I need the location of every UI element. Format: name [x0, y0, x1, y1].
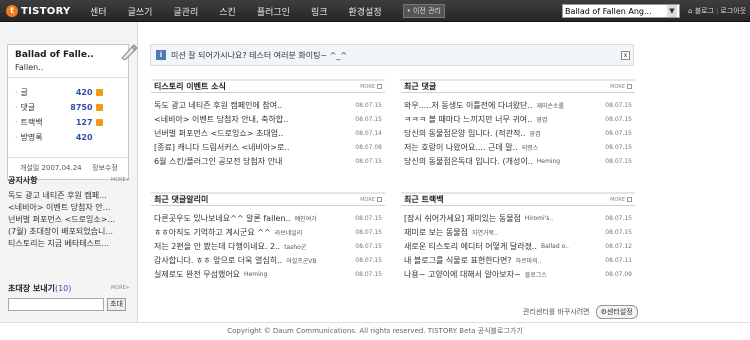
rss-icon[interactable]	[95, 104, 103, 111]
list-item[interactable]: 당신의 동물점은독대 입니다. (개성이.. Heming 08.07.15	[401, 154, 635, 168]
list-item[interactable]: ㅎㅎ아직도 기억하고 계시군요 ^^ 라브네일리 08.07.15	[151, 225, 385, 239]
stat-guestbook[interactable]: · 방명록 420	[15, 130, 125, 145]
recent-trackbacks-panel: 최근 트랙백 MORE [잠시 쉬어가세요] 재미있는 동물점 Hiromi's.…	[401, 192, 635, 281]
rss-icon[interactable]	[95, 89, 103, 96]
invite-section: 초대장 보내기(10) MORE+ 초대	[8, 282, 130, 311]
blog-owner: Fallen..	[15, 63, 44, 72]
notice-item[interactable]: <네비아> 이벤트 당첨자 안...	[8, 202, 130, 214]
list-item[interactable]: 저는 2편을 안 봤는데 다행이네요. 2.. tasho군 08.07.15	[151, 239, 385, 253]
list-item[interactable]: 내 블로그를 식물로 표현한다면? 하르마의.. 08.07.11	[401, 253, 635, 267]
list-item[interactable]: ㅋㅋㅋ 볼 때마다 느끼지만 너무 귀여.. 영겸 08.07.15	[401, 112, 635, 126]
plus-icon	[627, 84, 632, 89]
invite-email-input[interactable]	[8, 298, 104, 311]
pencil-icon	[121, 44, 138, 60]
divider	[8, 157, 128, 158]
list-item[interactable]: 넌버벌 퍼포먼스 <드로잉쇼> 초대업.. 08.07.14	[151, 126, 385, 140]
list-item[interactable]: 다른곳우도 있나보네요^^ 알론 fallen.. 예인여가 08.07.15	[151, 211, 385, 225]
logo-mark: t	[6, 5, 18, 17]
stat-posts[interactable]: · 글 420	[15, 85, 125, 100]
admin-center-links: 관리센터를 바꾸시려면 ⚙센터설정	[523, 305, 638, 319]
panel-title: 최근 댓글알리미	[154, 195, 209, 204]
notice-item[interactable]: 티스토리는 지금 베타테스트...	[8, 238, 130, 250]
top-nav-bar: t TISTORY 센터 글쓰기 글관리 스킨 플러그인 링크 환경설정 • 이…	[0, 0, 750, 22]
blog-select-dropdown[interactable]: Ballad of Fallen Ang... ▼	[562, 4, 680, 18]
list-item[interactable]: 실제로도 완전 무섬했어요 Heming 08.07.15	[151, 267, 385, 281]
invite-button[interactable]: 초대	[107, 298, 126, 311]
stat-trackbacks[interactable]: · 트랙백 127	[15, 115, 125, 130]
list-item[interactable]: 나용~ 고양이에 대해서 알아보자~ 블로그스 08.07.09	[401, 267, 635, 281]
info-icon: i	[156, 50, 166, 60]
events-panel: 티스토리 이벤트 소식 MORE 독도 광고 네티즌 후원 캠페인에 참여.. 0…	[151, 79, 385, 168]
blog-home-link[interactable]: 블로그	[695, 7, 714, 15]
chevron-down-icon: ▼	[667, 5, 677, 17]
sidebar: Ballad of Falle.. Fallen.. · 글 420 · 댓글 …	[0, 22, 138, 322]
panel-title: 티스토리 이벤트 소식	[154, 82, 226, 91]
stat-comments[interactable]: · 댓글 8750	[15, 100, 125, 115]
menu-skin[interactable]: 스킨	[219, 5, 236, 18]
rss-icon[interactable]	[95, 119, 103, 126]
prev-admin-button[interactable]: • 이전 관리	[402, 4, 445, 18]
edit-info-link[interactable]: 정보수정	[92, 163, 118, 173]
list-item[interactable]: 새로운 티스토리 에디터 어떻게 달라졌.. Ballad o.. 08.07.12	[401, 239, 635, 253]
panel-title: 최근 댓글	[404, 82, 437, 91]
menu-plugin[interactable]: 플러그인	[257, 5, 290, 18]
list-item[interactable]: 저는 호랑이 나왔어요.... 근데 말.. 의령스 08.07.15	[401, 140, 635, 154]
notice-title: 공지사항	[8, 175, 38, 185]
notice-section: 공지사항 MORE+ 독도 광고 네티즌 후원 캠페... <네비아> 이벤트 …	[8, 174, 130, 250]
notice-item[interactable]: (7월) 초대장이 배포되었습니...	[8, 226, 130, 238]
list-item[interactable]: 6월 스킨/플러그인 공모전 당첨자 안내 08.07.15	[151, 154, 385, 168]
menu-link[interactable]: 링크	[311, 5, 328, 18]
notice-item[interactable]: 독도 광고 네티즌 후원 캠페...	[8, 190, 130, 202]
invite-count: (10)	[54, 283, 72, 293]
list-item[interactable]: [종료] 캐니다 드림서커스 <네비아>로.. 08.07.08	[151, 140, 385, 154]
more-link[interactable]: MORE	[360, 197, 382, 203]
menu-write[interactable]: 글쓰기	[128, 5, 153, 18]
blog-select-value: Ballad of Fallen Ang...	[565, 6, 652, 16]
invite-title: 초대장 보내기(10)	[8, 283, 72, 293]
invite-more-link[interactable]: MORE+	[111, 285, 130, 291]
comment-notifier-panel: 최근 댓글알리미 MORE 다른곳우도 있나보네요^^ 알론 fallen.. 예…	[151, 192, 385, 281]
blog-title[interactable]: Ballad of Falle..	[15, 50, 94, 60]
menu-post-manage[interactable]: 글관리	[173, 5, 198, 18]
more-link[interactable]: MORE	[360, 84, 382, 90]
list-item[interactable]: <네비아> 이벤트 당첨자 안내, 축하합.. 08.07.15	[151, 112, 385, 126]
plus-icon	[377, 84, 382, 89]
center-settings-button[interactable]: ⚙센터설정	[595, 305, 638, 319]
menu-settings[interactable]: 환경설정	[349, 5, 382, 18]
divider	[8, 77, 128, 78]
opened-date: 개설일 2007.04.24	[20, 164, 82, 172]
close-icon[interactable]: x	[621, 51, 630, 60]
admin-center-text: 관리센터를 바꾸시려면	[523, 308, 590, 316]
list-item[interactable]: 독도 광고 네티즌 후원 캠페인에 참여.. 08.07.15	[151, 98, 385, 112]
home-icon: ⌂	[688, 7, 693, 15]
top-right-links: ⌂ 블로그 | 로그아웃	[688, 7, 747, 15]
logo-text: TISTORY	[21, 5, 71, 17]
list-item[interactable]: 재미로 보는 동물점 자연거북.. 08.07.15	[401, 225, 635, 239]
logout-link[interactable]: 로그아웃	[720, 7, 746, 15]
main-menu: 센터 글쓰기 글관리 스킨 플러그인 링크 환경설정 • 이전 관리	[90, 0, 445, 22]
notice-bar: i 미션 잘 되어가시나요? 테스터 여러분 화이팅~ ^_^ x	[150, 44, 634, 66]
notice-more-link[interactable]: MORE+	[111, 177, 130, 183]
plus-icon	[627, 197, 632, 202]
blog-stats: · 글 420 · 댓글 8750 · 트랙백 127 · 방명록 420	[15, 85, 125, 145]
notice-message: 미션 잘 되어가시나요? 테스터 여러분 화이팅~ ^_^	[171, 51, 348, 60]
profile-box: Ballad of Falle.. Fallen.. · 글 420 · 댓글 …	[7, 44, 129, 180]
list-item[interactable]: 와우.....저 동생도 이틀전에 다녀왔단.. 재미손소롤 08.07.15	[401, 98, 635, 112]
menu-center[interactable]: 센터	[90, 5, 107, 18]
list-item[interactable]: 감사합니다. ㅎㅎ 앞으로 더욱 열심히.. 어설프군VB 08.07.15	[151, 253, 385, 267]
tistory-logo[interactable]: t TISTORY	[6, 4, 71, 18]
panel-title: 최근 트랙백	[404, 195, 444, 204]
footer: Copyright © Daum Communications. All rig…	[0, 322, 750, 340]
notice-item[interactable]: 넌버벌 퍼포먼스 <드로잉소>...	[8, 214, 130, 226]
list-item[interactable]: 당신의 동물점은양 입니다. (적관적.. 영겸 08.07.15	[401, 126, 635, 140]
list-item[interactable]: [잠시 쉬어가세요] 재미있는 동물점 Hiromi's.. 08.07.15	[401, 211, 635, 225]
more-link[interactable]: MORE	[610, 197, 632, 203]
more-link[interactable]: MORE	[610, 84, 632, 90]
recent-comments-panel: 최근 댓글 MORE 와우.....저 동생도 이틀전에 다녀왔단.. 재미손소롤…	[401, 79, 635, 168]
plus-icon	[377, 197, 382, 202]
